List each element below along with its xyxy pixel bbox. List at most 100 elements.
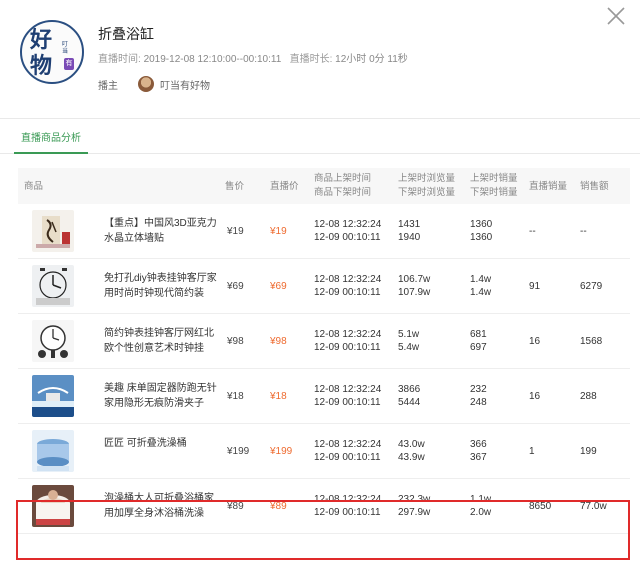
table-row[interactable]: 免打孔diy钟表挂钟客厅家用时尚时钟现代简约装饰... ¥69 ¥69 12-08 1… [18, 259, 630, 314]
logo-char-2: 物 [30, 53, 53, 79]
views-off: 5.4w [398, 342, 420, 353]
product-name[interactable]: 免打孔diy钟表挂钟客厅家用时尚时钟现代简约装饰... [104, 271, 220, 301]
product-views: 3866 5444 [398, 383, 420, 409]
table-header: 商品 售价 直播价 商品上架时间 商品下架时间 上架时浏览量 下架时浏览量 上架… [18, 168, 630, 204]
col-time-off: 商品下架时间 [314, 187, 372, 198]
product-price: ¥199 [227, 446, 250, 457]
time-off: 12-09 00:10:11 [314, 342, 381, 353]
product-views: 5.1w 5.4w [398, 328, 419, 354]
views-on: 106.7w [398, 274, 431, 285]
product-amount: 1568 [580, 336, 603, 347]
table-row[interactable]: 美趣 床单固定器防跑无针家用隐形无痕防滑夹子床... ¥18 ¥18 12-08 12… [18, 369, 630, 424]
product-sales: 1360 1360 [470, 218, 492, 244]
col-sales-on: 上架时销量 [470, 173, 518, 184]
duration-label: 直播时长: [289, 54, 333, 65]
product-name[interactable]: 美趣 床单固定器防跑无针家用隐形无痕防滑夹子床... [104, 381, 220, 411]
host-name[interactable]: 叮当有好物 [160, 77, 210, 92]
sales-off: 1.4w [470, 287, 492, 298]
live-title: 折叠浴缸 [98, 26, 154, 42]
tab-live-product-analysis[interactable]: 直播商品分析 [14, 129, 88, 154]
product-amount: 288 [580, 391, 597, 402]
time-off: 12-09 00:10:11 [314, 287, 381, 298]
product-thumbnail[interactable] [32, 265, 74, 307]
views-off: 107.9w [398, 287, 431, 298]
product-live-price: ¥98 [270, 336, 287, 347]
product-live-sales: -- [529, 226, 536, 237]
product-live-price: ¥18 [270, 391, 287, 402]
sales-off: 1360 [470, 232, 493, 243]
table-row[interactable]: 【重点】中国风3D亚克力水晶立体墙贴 ¥19 ¥19 12-08 12:32:24 12… [18, 204, 630, 259]
views-on: 3866 [398, 384, 421, 395]
product-thumbnail[interactable] [32, 430, 74, 472]
time-on: 12-08 12:32:24 [314, 329, 382, 340]
product-price: ¥18 [227, 391, 244, 402]
table-body: 【重点】中国风3D亚克力水晶立体墙贴 ¥19 ¥19 12-08 12:32:24 12… [18, 204, 630, 534]
col-time-on: 商品上架时间 [314, 173, 372, 184]
table-row[interactable]: 简约钟表挂钟客厅网红北欧个性创意艺术时钟挂墙... ¥98 ¥98 12-08 12:… [18, 314, 630, 369]
time-off: 12-09 00:10:11 [314, 452, 381, 463]
col-amount: 销售额 [580, 181, 609, 192]
product-sales: 681 697 [470, 328, 487, 354]
product-amount: -- [580, 226, 587, 237]
time-off: 12-09 00:10:11 [314, 232, 381, 243]
col-price: 售价 [225, 181, 245, 192]
close-button[interactable] [604, 4, 628, 28]
product-views: 106.7w 107.9w [398, 273, 430, 299]
product-name[interactable]: 简约钟表挂钟客厅网红北欧个性创意艺术时钟挂墙... [104, 326, 220, 356]
col-live-sales: 直播销量 [529, 181, 568, 192]
product-live-sales: 1 [529, 446, 535, 457]
tab-bar: 直播商品分析 [0, 119, 640, 154]
host-avatar[interactable] [138, 76, 154, 92]
sales-off: 248 [470, 397, 487, 408]
time-on: 12-08 12:32:24 [314, 219, 382, 230]
product-views: 43.0w 43.9w [398, 438, 425, 464]
col-live-price: 直播价 [270, 181, 299, 192]
logo-side-text: 叮当 [62, 42, 69, 55]
time-on: 12-08 12:32:24 [314, 384, 382, 395]
sales-off: 367 [470, 452, 487, 463]
product-live-price: ¥19 [270, 226, 287, 237]
logo-char-1: 好 [30, 27, 53, 53]
product-sales: 1.4w 1.4w [470, 273, 491, 299]
views-off: 43.9w [398, 452, 425, 463]
shop-logo: 好 物 叮当 有 [20, 20, 84, 84]
product-thumbnail[interactable] [32, 210, 74, 252]
product-times: 12-08 12:32:24 12-09 00:10:11 [314, 273, 381, 299]
col-sales-off: 下架时销量 [470, 187, 518, 198]
product-thumbnail[interactable] [32, 375, 74, 417]
sales-off: 697 [470, 342, 487, 353]
duration-value: 12小时 0分 11秒 [335, 54, 408, 65]
product-live-sales: 16 [529, 336, 541, 347]
product-views: 1431 1940 [398, 218, 420, 244]
time-off: 12-09 00:10:11 [314, 397, 381, 408]
product-name[interactable]: 【重点】中国风3D亚克力水晶立体墙贴 [104, 216, 220, 246]
host-label: 播主 [98, 80, 118, 92]
product-live-sales: 91 [529, 281, 541, 292]
product-live-price: ¥199 [270, 446, 293, 457]
product-name[interactable]: 匠匠 可折叠洗澡桶 [104, 436, 220, 466]
time-on: 12-08 12:32:24 [314, 439, 382, 450]
product-times: 12-08 12:32:24 12-09 00:10:11 [314, 383, 381, 409]
table-row[interactable]: 匠匠 可折叠洗澡桶 ¥199 ¥199 12-08 12:32:24 12-09 00:… [18, 424, 630, 479]
product-amount: 199 [580, 446, 597, 457]
product-times: 12-08 12:32:24 12-09 00:10:11 [314, 218, 381, 244]
live-time-label: 直播时间: [98, 54, 141, 65]
product-price: ¥69 [227, 281, 244, 292]
product-times: 12-08 12:32:24 12-09 00:10:11 [314, 438, 381, 464]
views-off: 5444 [398, 397, 421, 408]
sales-on: 681 [470, 329, 487, 340]
highlight-box [16, 500, 630, 560]
live-header: 好 物 叮当 有 折叠浴缸 直播时间: 2019-12-08 12:10:00-… [0, 0, 640, 118]
sales-on: 1360 [470, 219, 493, 230]
product-price: ¥19 [227, 226, 244, 237]
product-live-sales: 16 [529, 391, 541, 402]
views-on: 5.1w [398, 329, 420, 340]
product-sales: 232 248 [470, 383, 487, 409]
sales-on: 1.4w [470, 274, 492, 285]
product-table: 商品 售价 直播价 商品上架时间 商品下架时间 上架时浏览量 下架时浏览量 上架… [18, 168, 630, 534]
product-live-price: ¥69 [270, 281, 287, 292]
close-icon [607, 7, 625, 25]
product-thumbnail[interactable] [32, 320, 74, 362]
views-off: 1940 [398, 232, 421, 243]
live-meta: 直播时间: 2019-12-08 12:10:00--00:10:11 直播时长… [98, 50, 408, 65]
